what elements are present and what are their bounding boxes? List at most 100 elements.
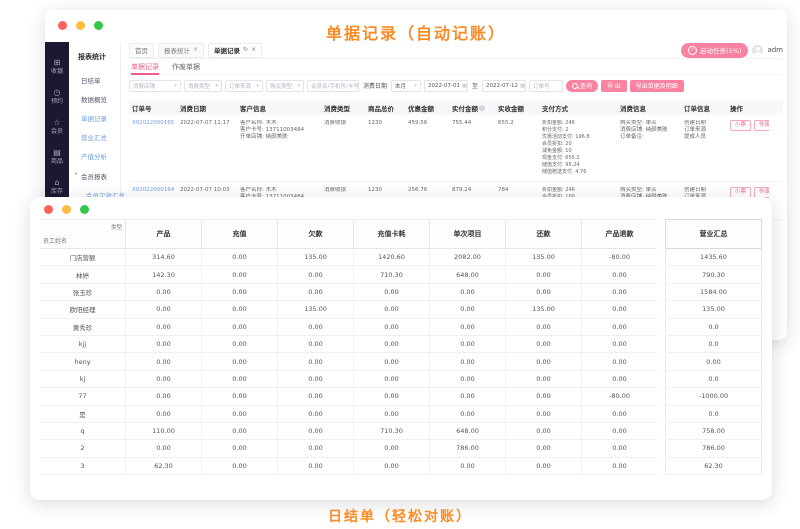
chevron-down-icon: ▾ [415,83,418,89]
shop-select[interactable]: 消费店铺 ▾ [129,80,181,92]
payment-method-line: 积分支付: 2 [542,127,614,134]
column-gap [657,301,665,318]
buy-type-placeholder: 购买类型 [270,82,292,90]
date-to-value: 2022-07-12 [486,83,518,89]
search-icon [572,83,578,89]
column-header: 还款 [505,219,581,249]
value-cell: 0.00 [505,406,581,423]
column-gap [657,353,665,370]
column-header: 商品总价 [365,103,405,113]
sidebar-item[interactable]: 营业汇总 [69,128,120,147]
subtab-voided-orders[interactable]: 作废单据 [172,59,200,74]
value-cell: -80.00 [581,388,657,405]
goods-icon: ▤ [53,148,61,157]
maximize-window-icon[interactable] [80,205,89,214]
value-cell: 0.00 [277,319,353,336]
value-cell: 0.00 [581,406,657,423]
value-cell: 0.0 [665,406,762,423]
receipt-button[interactable]: 小票 [730,120,751,131]
value-cell: 786.00 [665,440,762,457]
consume-date: 2022-07-07 11:17 [177,120,237,176]
value-cell: 2082.00 [429,249,505,266]
date-preset-value: 本月 [395,82,406,90]
rail-item-会员[interactable]: ☆会员 [51,118,63,135]
close-window-icon[interactable] [44,205,53,214]
check-circle-icon: ✓ [688,46,697,55]
sidebar-item[interactable]: 日结单 [69,70,120,89]
table-row: 20.000.000.000.00786.000.000.00786.00 [40,440,762,457]
value-cell: 0.00 [353,371,429,388]
chevron-down-icon: ▾ [174,83,177,89]
rail-item-商品[interactable]: ▤商品 [51,148,63,165]
consume-type-placeholder: 消费类型 [188,82,210,90]
username[interactable]: adm [767,46,783,54]
value-cell: 0.00 [353,301,429,318]
chevron-down-icon: ▾ [215,83,218,89]
tab-home[interactable]: 首页 [129,43,154,58]
order-source-select[interactable]: 订单来源 ▾ [225,80,263,92]
column-header: 优惠金额 [405,103,449,113]
date-from-input[interactable]: 2022-07-01 ▦ [424,80,468,92]
value-cell: 0.00 [665,353,762,370]
order-no-input[interactable]: 订单号 [529,80,563,92]
value-cell: 0.00 [505,319,581,336]
refresh-icon[interactable]: ↻ [243,47,248,53]
value-cell: 0.00 [505,266,581,283]
export-button[interactable]: 导 出 [601,80,627,92]
date-preset-select[interactable]: 本月 ▾ [391,80,421,92]
rail-item-收银[interactable]: ⊞收银 [51,58,63,75]
consume-info-line: 购买类型: 单买 [620,120,678,127]
task-progress-button[interactable]: ✓ 启动任务(5%) [681,43,748,58]
avatar[interactable] [752,45,763,56]
value-cell: 790.30 [665,266,762,283]
employee-name: 欧阳经理 [40,301,125,318]
table-row: 黄秀珍0.000.000.000.000.000.000.000.0 [40,319,762,336]
value-cell: -1000.00 [665,388,762,405]
value-cell: 0.00 [201,458,277,475]
subtab-order-records[interactable]: 单据记录 [131,59,159,74]
value-cell: 142.30 [125,266,201,283]
appointment-icon: ◷ [54,88,61,97]
order-number-link[interactable]: X02022000165 [129,120,177,176]
close-icon[interactable]: × [251,47,256,53]
search-button[interactable]: 查询 [566,80,598,92]
column-gap [657,406,665,423]
consume-info-line: 订单备注: [620,134,678,141]
tab-order-records[interactable]: 单据记录 ↻ × [208,43,262,58]
rail-item-label: 商品 [51,158,63,165]
sidebar-item[interactable]: 数据概览 [69,89,120,108]
rail-item-label: 收银 [51,68,63,75]
column-header: 实付金额? [449,103,495,113]
export-detail-button[interactable]: 导出单据及明细 [630,80,684,92]
daily-settlement-window: 类型 员工姓名 产品充值欠款充值卡耗单次项目还款产品退款营业汇总 门店营额314… [30,197,772,500]
value-cell: 710.30 [353,423,429,440]
employee-name: 是 [40,406,125,423]
order-no-placeholder: 订单号 [533,82,550,90]
payment-method-line: 现金支付: 655.2 [542,155,614,162]
tab-record-label: 单据记录 [214,45,240,55]
value-cell: 0.00 [505,284,581,301]
rail-item-库存[interactable]: ⌂库存 [51,178,63,195]
sidebar-item[interactable]: ∧会员报表 [69,166,120,185]
collapse-icon: ∧ [74,171,78,177]
tab-report-stats[interactable]: 报表统计 × [158,43,204,58]
member-search-input[interactable]: 会员名/手机号/卡号 [307,80,359,92]
value-cell: 0.00 [201,319,277,336]
rail-item-预约[interactable]: ◷预约 [51,88,63,105]
value-cell: 0.00 [277,336,353,353]
received-amount: 655.2 [495,120,539,176]
void-button[interactable]: 作废 [754,120,769,131]
value-cell: 1420.60 [353,249,429,266]
date-to-input[interactable]: 2022-07-12 ▦ [482,80,526,92]
column-header: 消费类型 [321,103,365,113]
minimize-window-icon[interactable] [62,205,71,214]
value-cell: 648.00 [429,266,505,283]
consume-type-select[interactable]: 消费类型 ▾ [184,80,222,92]
close-icon[interactable]: × [193,47,198,53]
column-header: 消费信息 [617,103,681,113]
buy-type-select[interactable]: 购买类型 ▾ [266,80,304,92]
sidebar-item[interactable]: 单据记录 [69,108,120,127]
column-header: 产品退款 [581,219,657,249]
sidebar-item[interactable]: 产值分析 [69,147,120,166]
column-header: 单次项目 [429,219,505,249]
